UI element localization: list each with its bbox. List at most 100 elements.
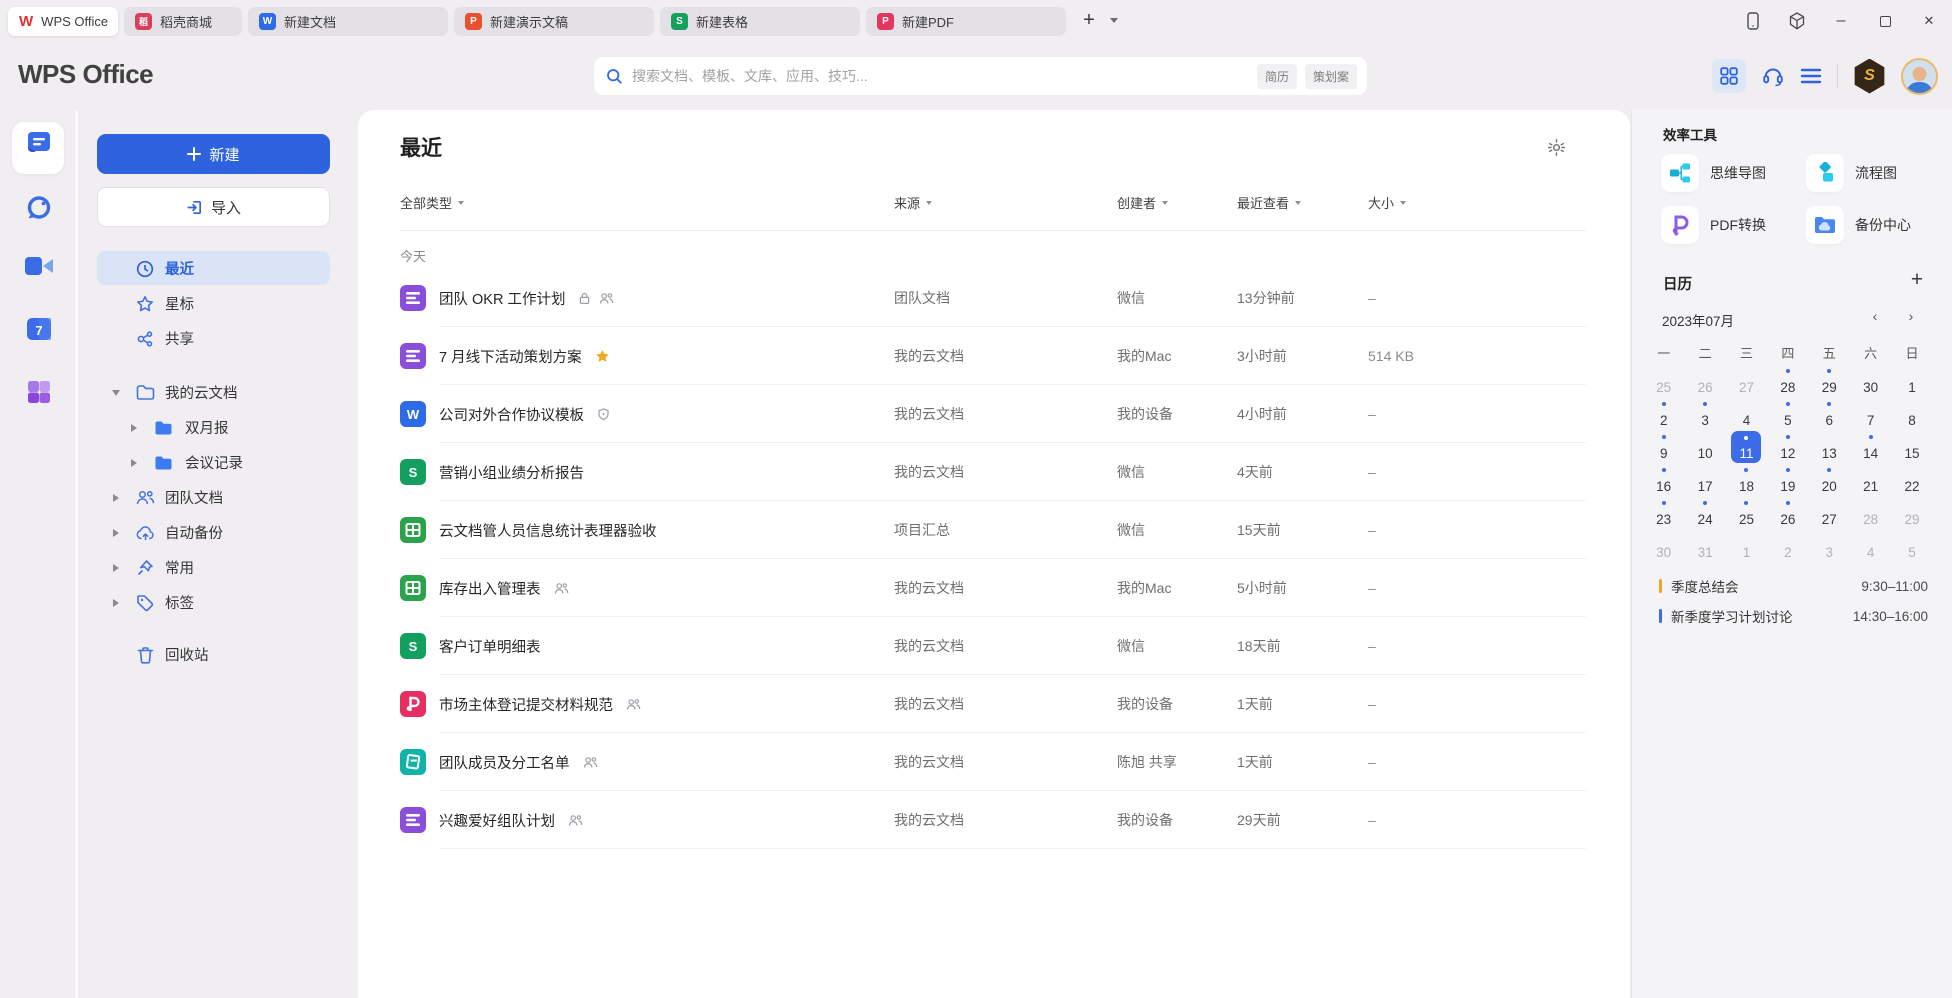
calendar-day[interactable]: 28: [1850, 500, 1891, 528]
calendar-day[interactable]: 11: [1726, 434, 1767, 462]
file-row[interactable]: 兴趣爱好组队计划 我的云文档 我的设备 29天前 –: [358, 791, 1630, 849]
calendar-day[interactable]: 2: [1643, 401, 1684, 429]
search-tag-resume[interactable]: 简历: [1257, 64, 1297, 89]
expand-arrow-icon[interactable]: [111, 529, 121, 537]
rail-apps-button[interactable]: [0, 378, 78, 406]
tool-flowchart[interactable]: 流程图: [1806, 154, 1897, 192]
membership-badge[interactable]: S: [1853, 59, 1886, 94]
sidebar-item-tags[interactable]: 标签: [81, 585, 358, 620]
calendar-day[interactable]: 29: [1809, 368, 1850, 396]
calendar-day[interactable]: 7: [1850, 401, 1891, 429]
search-tag-plan[interactable]: 策划案: [1305, 64, 1357, 89]
maximize-button[interactable]: [1876, 12, 1894, 30]
file-row[interactable]: 7 月线下活动策划方案 我的云文档 我的Mac 3小时前 514 KB: [358, 327, 1630, 385]
event-item[interactable]: 季度总结会 9:30–11:00: [1659, 571, 1930, 601]
expand-arrow-icon[interactable]: [111, 599, 121, 607]
calendar-day[interactable]: 22: [1891, 467, 1932, 495]
calendar-day[interactable]: 23: [1643, 500, 1684, 528]
calendar-day[interactable]: 17: [1684, 467, 1725, 495]
calendar-day[interactable]: 5: [1891, 533, 1932, 561]
calendar-day[interactable]: 30: [1850, 368, 1891, 396]
calendar-day[interactable]: 13: [1809, 434, 1850, 462]
calendar-day[interactable]: 8: [1891, 401, 1932, 429]
file-row[interactable]: 云文档管人员信息统计表理器验收 项目汇总 微信 15天前 –: [358, 501, 1630, 559]
minimize-button[interactable]: –: [1832, 12, 1850, 30]
calendar-day[interactable]: 4: [1850, 533, 1891, 561]
filter-all-types[interactable]: 全部类型: [400, 193, 464, 212]
calendar-day[interactable]: 15: [1891, 434, 1932, 462]
filter-size[interactable]: 大小: [1368, 193, 1406, 212]
filter-last-viewed[interactable]: 最近查看: [1237, 193, 1301, 212]
tab-list-dropdown[interactable]: [1104, 6, 1124, 35]
calendar-day[interactable]: 5: [1767, 401, 1808, 429]
file-row[interactable]: W 公司对外合作协议模板 我的云文档 我的设备 4小时前 –: [358, 385, 1630, 443]
calendar-day[interactable]: 25: [1726, 500, 1767, 528]
file-row[interactable]: 库存出入管理表 我的云文档 我的Mac 5小时前 –: [358, 559, 1630, 617]
user-avatar[interactable]: [1901, 58, 1938, 95]
calendar-day[interactable]: 27: [1809, 500, 1850, 528]
sidebar-item-frequent[interactable]: 常用: [81, 550, 358, 585]
calendar-day[interactable]: 16: [1643, 467, 1684, 495]
expand-arrow-icon[interactable]: [111, 564, 121, 572]
workspace-box-icon[interactable]: [1788, 12, 1806, 30]
search-bar[interactable]: 搜索文档、模板、文库、应用、技巧... 简历 策划案: [594, 57, 1367, 95]
tool-mindmap[interactable]: 思维导图: [1661, 154, 1766, 192]
tool-backup-center[interactable]: 备份中心: [1806, 206, 1911, 244]
tab-new-spreadsheet[interactable]: S 新建表格: [660, 7, 860, 36]
calendar-day[interactable]: 10: [1684, 434, 1725, 462]
list-settings-button[interactable]: [1547, 138, 1566, 157]
calendar-prev-button[interactable]: ‹: [1866, 308, 1884, 324]
tab-new-pdf[interactable]: P 新建PDF: [866, 7, 1066, 36]
calendar-day[interactable]: 9: [1643, 434, 1684, 462]
calendar-day[interactable]: 30: [1643, 533, 1684, 561]
calendar-day[interactable]: 14: [1850, 434, 1891, 462]
file-row[interactable]: S 客户订单明细表 我的云文档 微信 18天前 –: [358, 617, 1630, 675]
sidebar-item-starred[interactable]: 星标: [81, 286, 358, 321]
calendar-day[interactable]: 31: [1684, 533, 1725, 561]
file-row[interactable]: 团队成员及分工名单 我的云文档 陈旭 共享 1天前 –: [358, 733, 1630, 791]
add-tab-button[interactable]: +: [1076, 6, 1102, 35]
rail-messages-button[interactable]: [0, 193, 78, 223]
file-row[interactable]: 市场主体登记提交材料规范 我的云文档 我的设备 1天前 –: [358, 675, 1630, 733]
rail-documents-button[interactable]: [0, 127, 78, 157]
calendar-day[interactable]: 26: [1767, 500, 1808, 528]
tab-wps-home[interactable]: W WPS Office: [8, 7, 118, 36]
sidebar-item-bimonthly-report[interactable]: 双月报: [81, 410, 358, 445]
filter-creator[interactable]: 创建者: [1117, 193, 1168, 212]
calendar-day[interactable]: 19: [1767, 467, 1808, 495]
support-headset-button[interactable]: [1761, 64, 1785, 88]
close-button[interactable]: ✕: [1920, 12, 1938, 30]
calendar-day[interactable]: 12: [1767, 434, 1808, 462]
rail-meetings-button[interactable]: [0, 253, 78, 279]
calendar-day[interactable]: 20: [1809, 467, 1850, 495]
calendar-day[interactable]: 3: [1684, 401, 1725, 429]
filter-source[interactable]: 来源: [894, 193, 932, 212]
sidebar-item-trash[interactable]: 回收站: [81, 637, 358, 672]
calendar-day[interactable]: 4: [1726, 401, 1767, 429]
sidebar-item-recent[interactable]: 最近: [81, 251, 358, 286]
main-menu-button[interactable]: [1800, 68, 1822, 84]
calendar-day[interactable]: 1: [1726, 533, 1767, 561]
rail-calendar-button[interactable]: 7: [0, 315, 78, 343]
calendar-day[interactable]: 1: [1891, 368, 1932, 396]
calendar-day[interactable]: 29: [1891, 500, 1932, 528]
sidebar-item-my-cloud-docs[interactable]: 我的云文档: [81, 375, 358, 410]
sidebar-item-team-docs[interactable]: 团队文档: [81, 480, 358, 515]
calendar-next-button[interactable]: ›: [1902, 308, 1920, 324]
mobile-connect-icon[interactable]: [1744, 12, 1762, 30]
calendar-day[interactable]: 24: [1684, 500, 1725, 528]
event-item[interactable]: 新季度学习计划讨论 14:30–16:00: [1659, 601, 1930, 631]
calendar-day[interactable]: 27: [1726, 368, 1767, 396]
add-event-button[interactable]: +: [1906, 268, 1928, 292]
expand-arrow-icon[interactable]: [129, 424, 139, 432]
file-row[interactable]: S 营销小组业绩分析报告 我的云文档 微信 4天前 –: [358, 443, 1630, 501]
tool-pdf-convert[interactable]: PDF转换: [1661, 206, 1766, 244]
sidebar-item-shared[interactable]: 共享: [81, 321, 358, 356]
calendar-day[interactable]: 18: [1726, 467, 1767, 495]
calendar-day[interactable]: 21: [1850, 467, 1891, 495]
calendar-day[interactable]: 3: [1809, 533, 1850, 561]
calendar-day[interactable]: 28: [1767, 368, 1808, 396]
expand-arrow-icon[interactable]: [111, 494, 121, 502]
sidebar-item-meeting-notes[interactable]: 会议记录: [81, 445, 358, 480]
import-button[interactable]: 导入: [97, 187, 330, 227]
